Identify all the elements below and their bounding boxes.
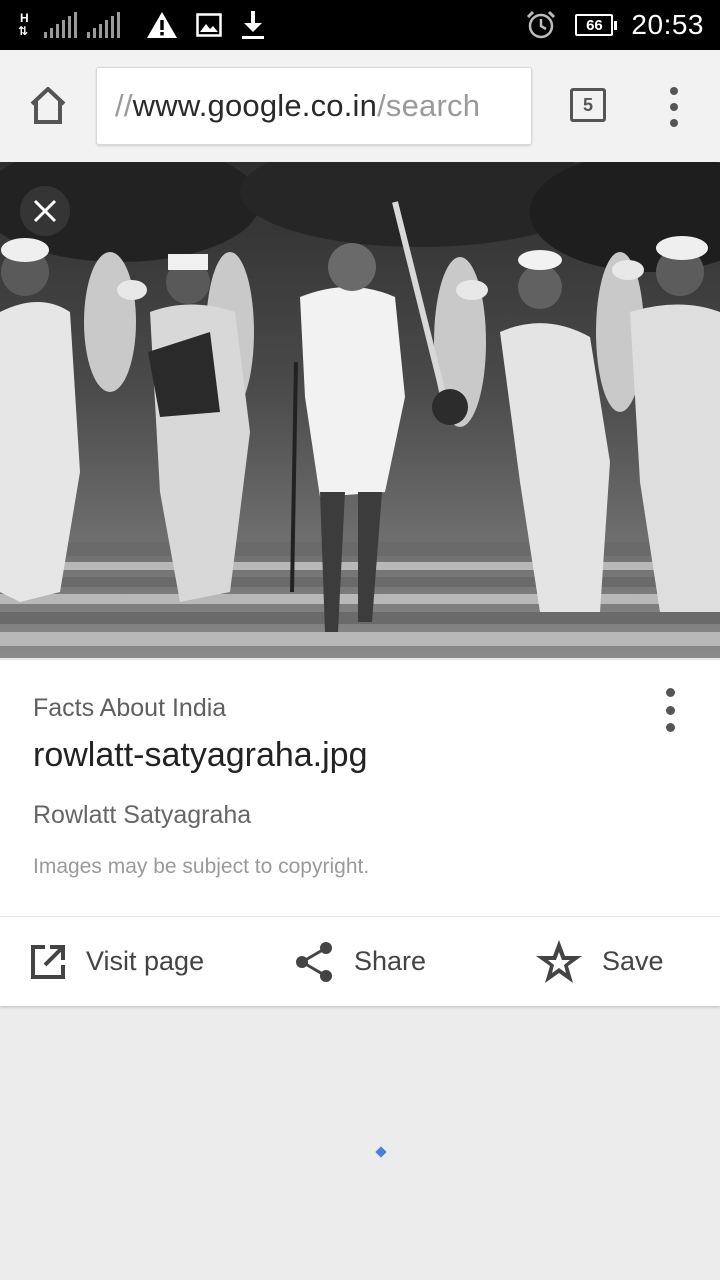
open-in-new-icon — [31, 944, 65, 979]
image-info-card: Facts About India rowlatt-satyagraha.jpg… — [0, 660, 720, 1006]
image-title: Rowlatt Satyagraha — [33, 801, 252, 829]
status-bar: H ⇅ 66 20:53 — [0, 0, 720, 50]
share-icon — [296, 941, 332, 982]
more-options-icon[interactable] — [656, 688, 684, 732]
copyright-notice: Images may be subject to copyright. — [33, 855, 370, 878]
signal-bars-2-icon — [87, 12, 120, 38]
image-icon — [196, 13, 222, 37]
url-text: //www.google.co.in/search — [115, 88, 480, 124]
status-bar-left: H ⇅ — [18, 0, 266, 50]
home-icon[interactable] — [26, 84, 70, 128]
status-bar-right: 66 20:53 — [525, 0, 704, 50]
url-bar[interactable]: //www.google.co.in/search — [96, 67, 532, 145]
loading-indicator — [375, 1146, 387, 1158]
battery-level: 66 — [586, 16, 603, 34]
close-icon — [33, 199, 57, 223]
url-host: www.google.co.in — [132, 88, 378, 123]
data-arrows-icon: ⇅ — [18, 24, 29, 38]
download-icon — [242, 11, 264, 39]
visit-page-button[interactable]: Visit page — [28, 917, 204, 1006]
network-type-label: H — [20, 11, 29, 25]
browser-menu-icon[interactable] — [660, 87, 688, 127]
share-label: Share — [354, 946, 427, 976]
share-button[interactable]: Share — [292, 917, 426, 1006]
tab-count: 5 — [582, 94, 593, 115]
close-button[interactable] — [20, 186, 70, 236]
warning-icon — [147, 12, 177, 38]
photo-illustration — [0, 162, 720, 658]
tab-switcher-button[interactable]: 5 — [570, 88, 606, 122]
url-prefix: // — [115, 88, 133, 123]
star-icon — [536, 939, 582, 983]
visit-page-label: Visit page — [86, 946, 205, 976]
save-label: Save — [602, 946, 664, 976]
network-h-icon: H ⇅ — [18, 12, 40, 38]
image-preview[interactable] — [0, 162, 720, 658]
clock: 20:53 — [631, 9, 704, 40]
image-source: Facts About India — [33, 694, 227, 722]
save-button[interactable]: Save — [534, 917, 664, 1006]
signal-bars-icon — [44, 12, 77, 38]
alarm-icon — [527, 10, 556, 39]
image-filename: rowlatt-satyagraha.jpg — [33, 736, 368, 774]
browser-toolbar: //www.google.co.in/search 5 — [0, 50, 720, 162]
url-path: /search — [377, 88, 481, 123]
battery-icon: 66 — [575, 14, 618, 36]
action-row: Visit page Share Save — [0, 917, 720, 1006]
url-fade — [501, 68, 531, 144]
